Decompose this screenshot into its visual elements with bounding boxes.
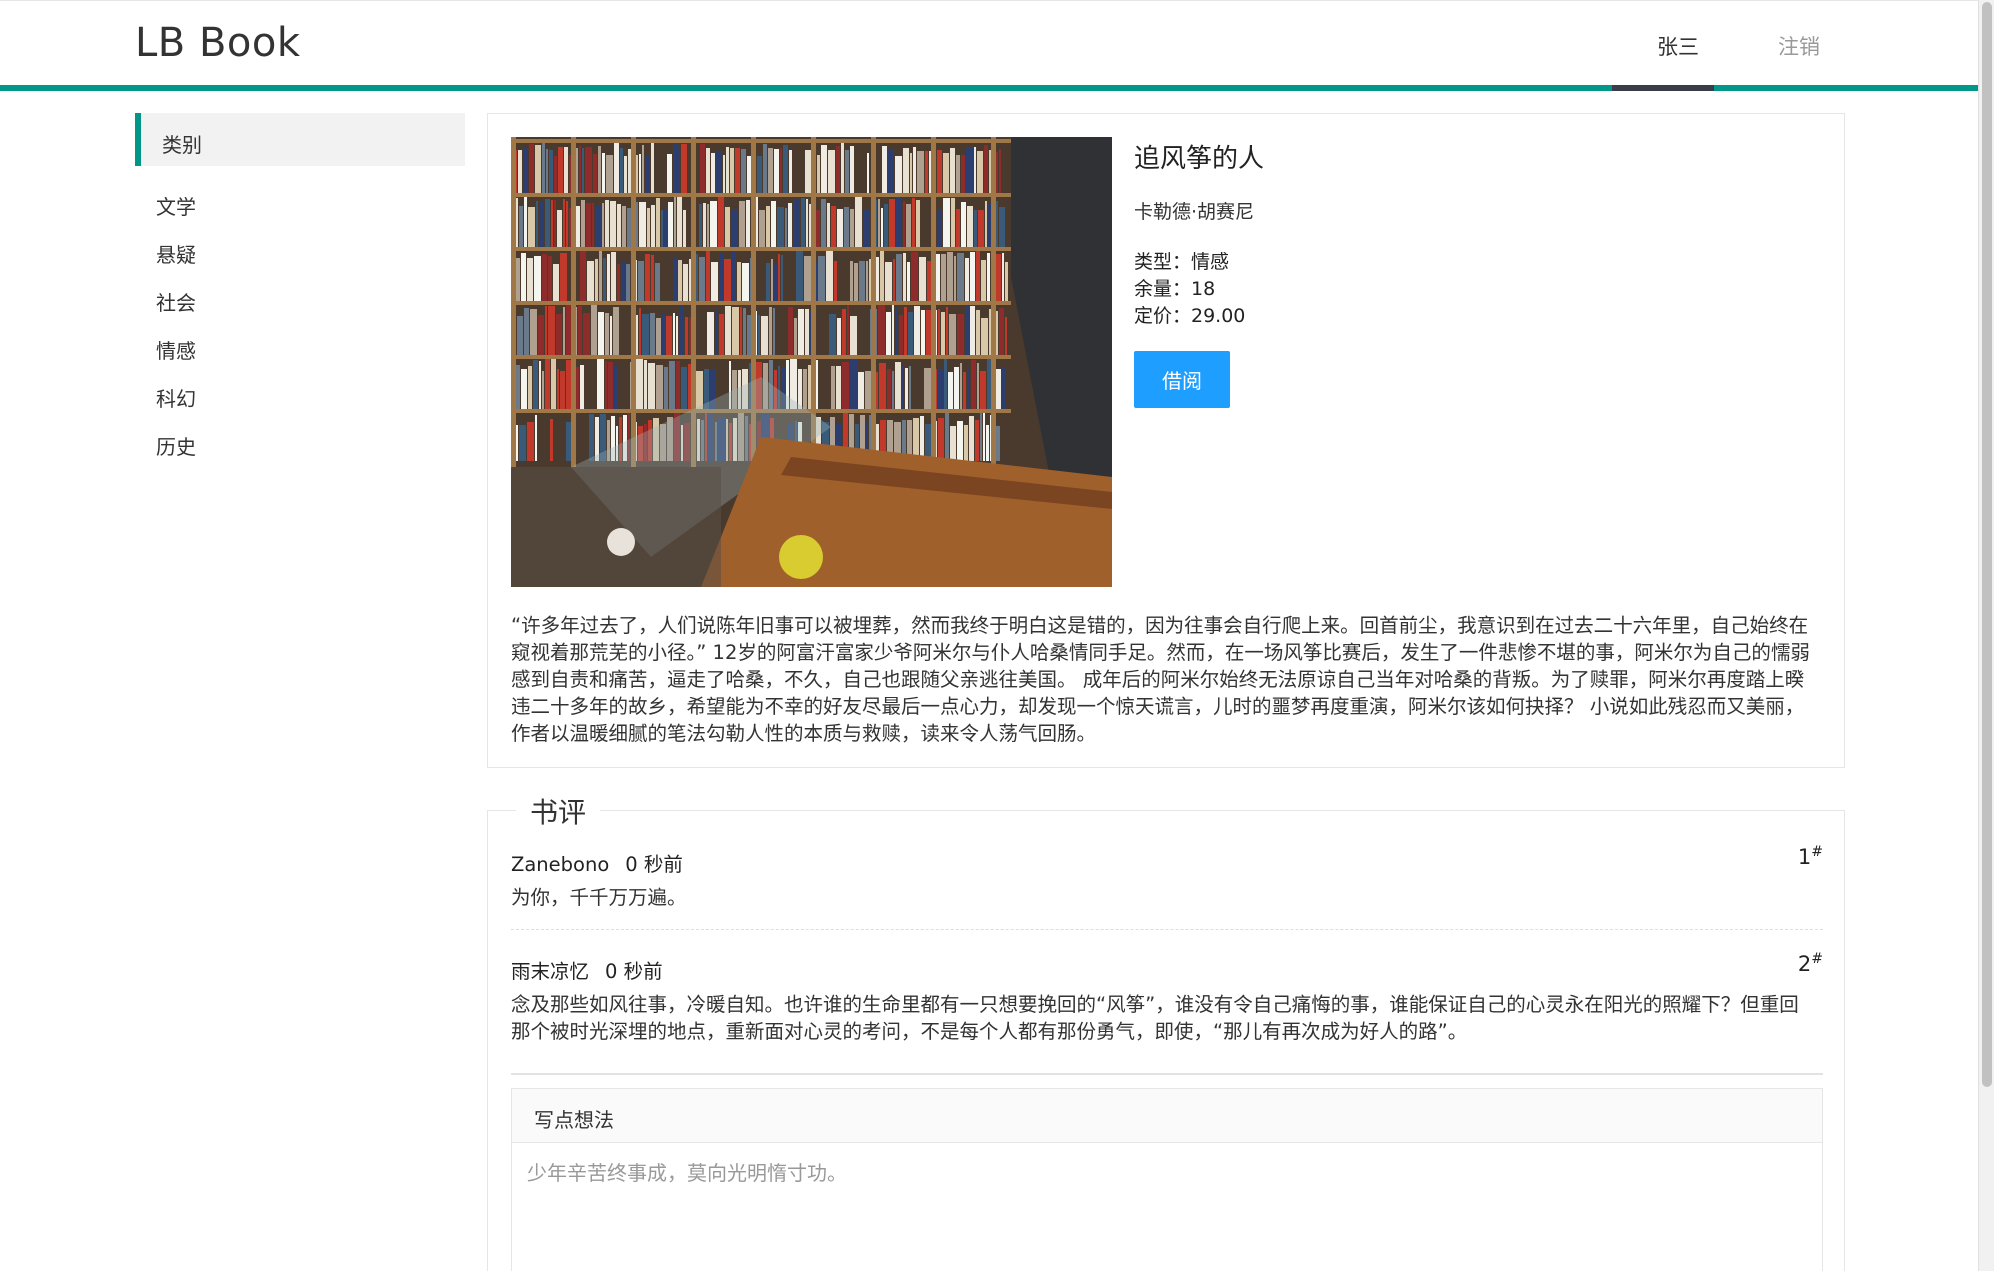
review-item: 雨末凉忆 0 秒前 2# 念及那些如风往事，冷暖自知。也许谁的生命里都有一只想要挽…: [511, 951, 1823, 1045]
nav-user-name[interactable]: 张三: [1627, 31, 1729, 61]
reviews-legend: 书评: [516, 791, 601, 831]
reviews-section: 书评 Zanebono 0 秒前 1# 为你，千千万万遍。 雨末凉忆 0 秒前 2#…: [487, 791, 1845, 1271]
bookshelf-photo: [511, 137, 1112, 587]
review-divider: [511, 929, 1823, 930]
page-scrollbar[interactable]: [1978, 0, 1994, 1271]
brand-logo[interactable]: LB Book: [135, 20, 301, 66]
floor-mark: #: [1811, 951, 1823, 967]
book-meta: 类型：情感 余量：18 定价：29.00: [1134, 249, 1264, 330]
reviews-end-divider: [511, 1073, 1823, 1075]
category-sidebar: 类别 文学 悬疑 社会 情感 科幻 历史: [135, 113, 465, 464]
review-content: 念及那些如风往事，冷暖自知。也许谁的生命里都有一只想要挽回的“风筝”，谁没有令自…: [511, 993, 1799, 1043]
scrollbar-thumb[interactable]: [1982, 2, 1992, 1087]
comment-box: 写点想法: [511, 1088, 1823, 1271]
book-author: 卡勒德·胡赛尼: [1134, 201, 1255, 223]
nav-active-indicator: [1612, 85, 1714, 91]
review-floor: 2#: [1797, 951, 1823, 976]
review-item: Zanebono 0 秒前 1# 为你，千千万万遍。: [511, 844, 1823, 911]
top-header: LB Book 张三 注销: [0, 0, 1978, 91]
borrow-button[interactable]: 借阅: [1134, 351, 1230, 408]
category-item-society[interactable]: 社会: [135, 272, 465, 320]
book-type: 类型：情感: [1134, 251, 1230, 273]
review-time: 0 秒前: [625, 853, 683, 876]
category-item-literature[interactable]: 文学: [135, 176, 465, 224]
review-content: 为你，千千万万遍。: [511, 886, 687, 909]
floor-mark: #: [1811, 844, 1823, 860]
comment-textarea[interactable]: [512, 1143, 1822, 1271]
category-heading: 类别: [135, 113, 465, 166]
category-list: 文学 悬疑 社会 情感 科幻 历史: [135, 176, 465, 464]
page: LB Book 张三 注销 类别 文学 悬疑 社会 情感 科幻 历史 追风筝的人…: [0, 0, 1994, 1271]
book-description: “许多年过去了，人们说陈年旧事可以被埋葬，然而我终于明白这是错的，因为往事会自行…: [511, 614, 1810, 745]
book-detail-card: 追风筝的人 卡勒德·胡赛尼 类型：情感 余量：18 定价：29.00 借阅 “许…: [487, 113, 1845, 768]
category-item-history[interactable]: 历史: [135, 416, 465, 464]
nav-logout-link[interactable]: 注销: [1748, 31, 1850, 61]
book-stock: 余量：18: [1134, 278, 1216, 300]
book-cover-image: [511, 137, 1112, 587]
category-item-mystery[interactable]: 悬疑: [135, 224, 465, 272]
category-item-scifi[interactable]: 科幻: [135, 368, 465, 416]
category-item-emotion[interactable]: 情感: [135, 320, 465, 368]
book-price: 定价：29.00: [1134, 305, 1246, 327]
review-floor: 1#: [1797, 844, 1823, 869]
book-info: 追风筝的人 卡勒德·胡赛尼 类型：情感 余量：18 定价：29.00 借阅: [1134, 138, 1264, 408]
review-user[interactable]: 雨末凉忆: [511, 960, 589, 983]
comment-heading: 写点想法: [512, 1089, 1822, 1143]
book-title: 追风筝的人: [1134, 144, 1265, 174]
review-user[interactable]: Zanebono: [511, 853, 609, 876]
review-time: 0 秒前: [605, 960, 663, 983]
